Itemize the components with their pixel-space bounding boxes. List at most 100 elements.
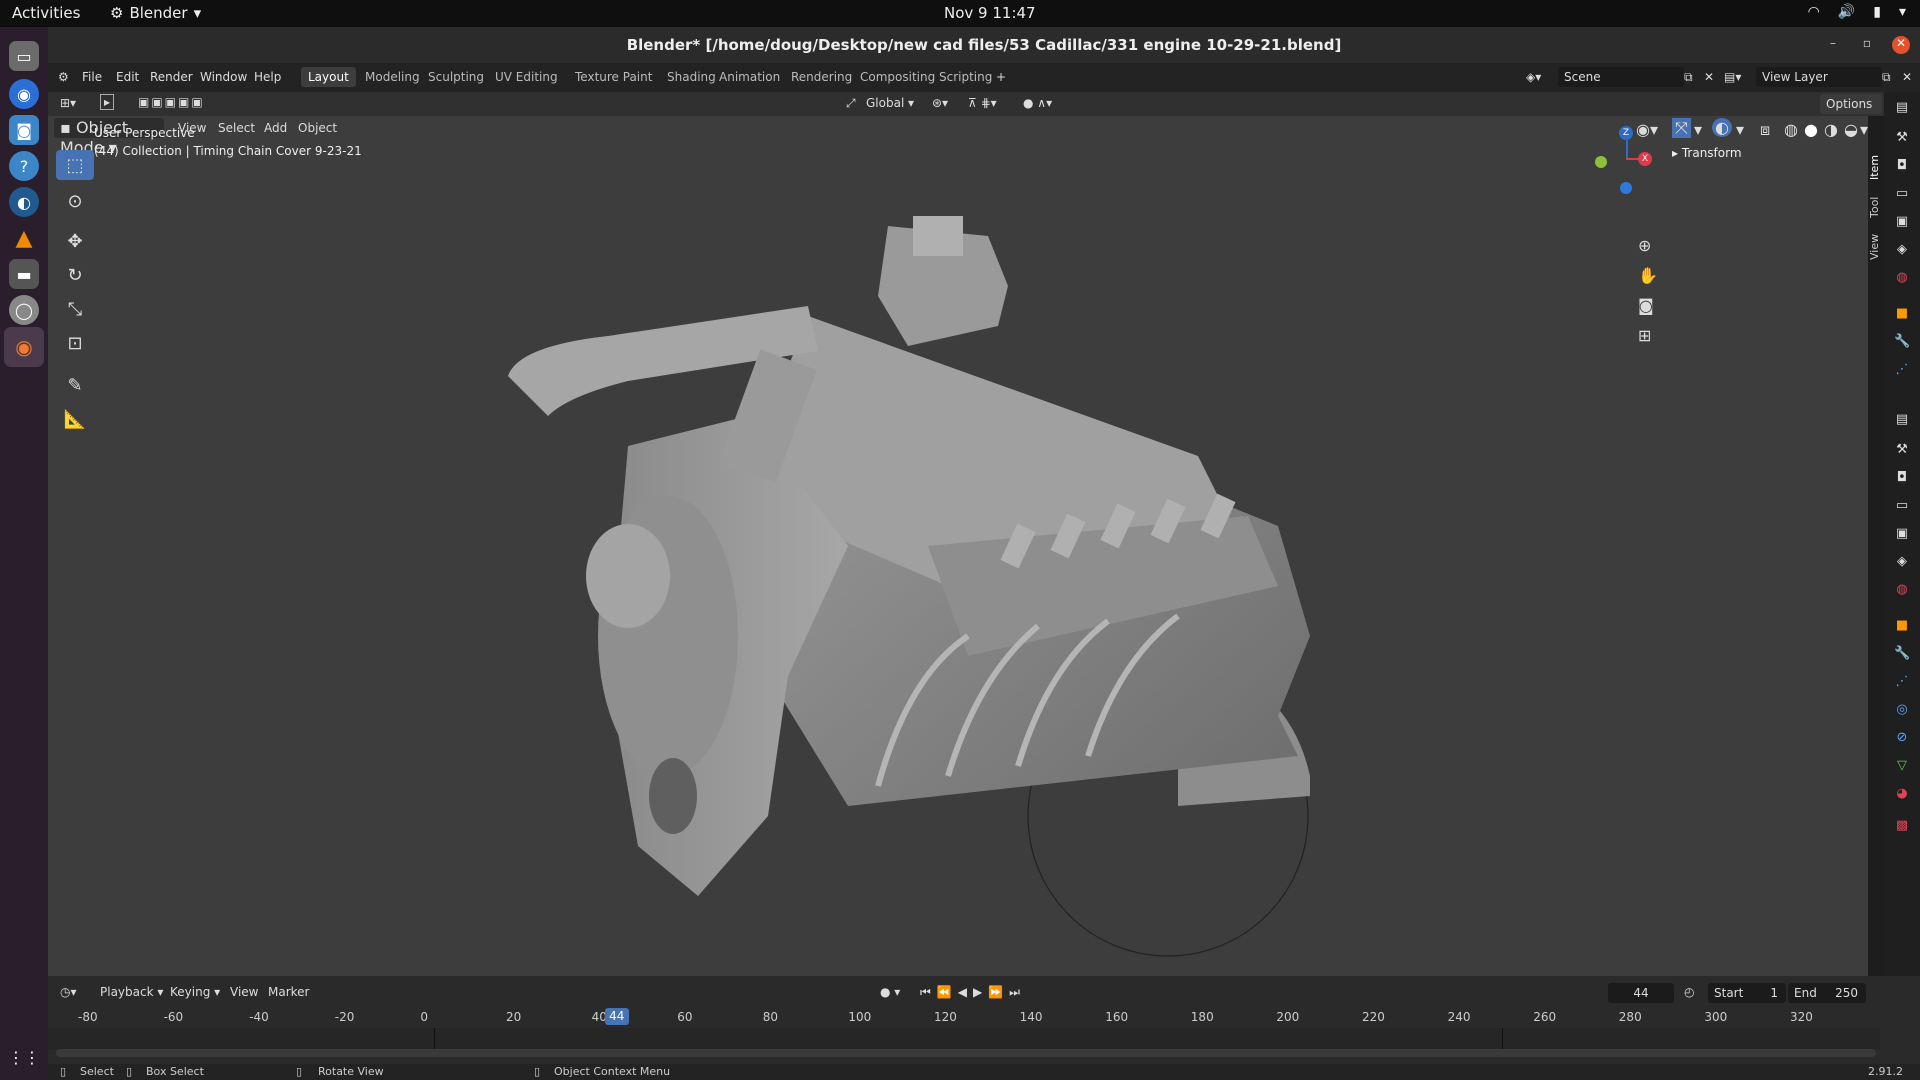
object-properties-icon[interactable]: ■ [1894,306,1910,322]
tab-sculpting[interactable]: Sculpting [421,67,491,87]
menu-render[interactable]: Render [150,70,193,84]
gizmo-y-axis[interactable] [1595,156,1607,168]
tab-layout[interactable]: Layout [301,67,356,87]
disk-icon[interactable]: ▬ [9,259,39,289]
modifier-properties-icon[interactable]: 🔧 [1894,334,1910,350]
close-button[interactable]: ✕ [1892,36,1910,54]
material-icon[interactable]: ◕ [1894,786,1910,802]
menu-help[interactable]: Help [254,70,281,84]
current-frame-indicator[interactable]: 44 [604,1008,629,1025]
scale-tool-icon[interactable]: ⤡ [56,294,94,324]
texture-icon[interactable]: ▩ [1894,818,1910,834]
object-data-icon[interactable]: ▽ [1894,758,1910,774]
maximize-button[interactable]: ▫ [1858,36,1876,54]
blender-logo-icon[interactable]: ⚙ [58,70,69,84]
gizmo-x-axis[interactable]: X [1638,152,1652,166]
current-frame-field[interactable]: 44 [1608,983,1674,1003]
app-menu[interactable]: ⚙ Blender ▾ [110,4,201,22]
blender-icon[interactable]: ◉ [4,327,44,367]
tool-properties-icon[interactable]: ⚒ [1894,442,1910,458]
minimize-button[interactable]: – [1824,36,1842,54]
screenshot-icon[interactable]: ◙ [9,115,39,145]
menu-playback[interactable]: Playback ▾ [100,985,163,999]
remove-view-layer-icon[interactable]: ✕ [1902,70,1912,84]
start-frame-field[interactable]: Start 1 [1708,983,1786,1003]
constraints-icon[interactable]: ⊘ [1894,730,1910,746]
timeline-editor-icon[interactable]: ◷▾ [60,985,77,999]
engine-model[interactable] [48,116,1868,976]
view-layer-icon[interactable]: ▤▾ [1724,70,1741,84]
transform-tool-icon[interactable]: ⊡ [56,328,94,358]
gizmo-neg-z-axis[interactable] [1620,182,1632,194]
playback-controls[interactable]: ⏮⏪◀▶⏩⏭ [920,985,1026,1000]
editor-type-icon[interactable]: ⊞▾ [60,96,76,110]
files-icon[interactable]: ▭ [9,41,39,71]
tab-texture-paint[interactable]: Texture Paint [568,67,659,87]
activities-button[interactable]: Activities [12,4,80,22]
select-tool-icon[interactable]: ▸ [100,94,115,110]
menu-keying[interactable]: Keying ▾ [170,985,220,999]
copy-scene-icon[interactable]: ⧉ [1684,70,1693,85]
app-grid-icon[interactable]: ⋮⋮ [8,1042,40,1072]
modifier-properties-icon[interactable]: 🔧 [1894,646,1910,662]
menu-edit[interactable]: Edit [116,70,139,84]
tab-rendering[interactable]: Rendering [784,67,859,87]
menu-timeline-view[interactable]: View [230,985,258,999]
snap-icon[interactable]: ⊼ ⋕▾ [968,96,997,110]
tab-modeling[interactable]: Modeling [358,67,427,87]
tab-tool[interactable]: Tool [1868,192,1884,222]
scene-properties-icon[interactable]: ◈ [1894,554,1910,570]
cursor-tool-icon[interactable]: ⊙ [56,186,94,216]
pivot-icon[interactable]: ⊛▾ [932,96,948,110]
tab-animation[interactable]: Animation [712,67,787,87]
software-icon[interactable]: ◯ [9,295,39,325]
properties-editor-icon[interactable]: ▤ [1894,412,1910,428]
chromium-icon[interactable]: ◉ [9,79,39,109]
copy-view-layer-icon[interactable]: ⧉ [1882,70,1891,85]
scene-field[interactable]: Scene [1558,67,1684,87]
vlc-icon[interactable]: ▲ [9,223,39,253]
help-icon[interactable]: ? [9,151,39,181]
particles-icon[interactable]: ⋰ [1894,674,1910,690]
zoom-icon[interactable]: ⊕ [1638,236,1651,255]
world-properties-icon[interactable]: ◍ [1894,582,1910,598]
camera-icon[interactable]: ◙ [1638,296,1654,315]
3d-viewport[interactable]: ▪ Object Mode ▾ View Select Add Object ◉… [48,116,1868,976]
render-properties-icon[interactable]: ◘ [1894,158,1910,174]
steam-icon[interactable]: ◐ [9,187,39,217]
render-properties-icon[interactable]: ◘ [1894,470,1910,486]
end-frame-field[interactable]: End 250 [1788,983,1866,1003]
transform-panel-header[interactable]: ▸ Transform [1672,146,1742,160]
system-tray[interactable]: ◠ 🔊 ▮ ▾ [1808,4,1906,20]
timeline-body[interactable] [48,1028,1880,1050]
tab-uv-editing[interactable]: UV Editing [488,67,565,87]
tab-view[interactable]: View [1868,232,1884,262]
world-properties-icon[interactable]: ◍ [1894,270,1910,286]
particles-icon[interactable]: ⋰ [1894,362,1910,378]
pan-icon[interactable]: ✋ [1638,266,1658,285]
output-properties-icon[interactable]: ▭ [1894,498,1910,514]
move-tool-icon[interactable]: ✥ [56,226,94,256]
remove-scene-icon[interactable]: ✕ [1704,70,1714,84]
orientation-dropdown[interactable]: Global [866,96,904,110]
proportional-edit-icon[interactable]: ● ∧▾ [1023,96,1052,110]
rotate-tool-icon[interactable]: ↻ [56,260,94,290]
ortho-grid-icon[interactable]: ⊞ [1638,326,1651,345]
gizmo-z-axis[interactable]: Z [1619,126,1633,140]
tab-compositing[interactable]: Compositing [853,67,942,87]
tab-item[interactable]: Item [1868,152,1884,182]
menu-window[interactable]: Window [200,70,247,84]
annotate-tool-icon[interactable]: ✎ [56,370,94,400]
timeline-ruler[interactable]: -80 -60 -40 -20 0 20 40 60 80 100 120 140 160 180 200 2… [48,1006,1880,1050]
select-mode-icons[interactable]: ▣▣▣▣▣ [138,95,205,109]
output-properties-icon[interactable]: ▭ [1894,186,1910,202]
navigation-gizmo[interactable]: Z X [1588,126,1668,206]
select-box-tool-icon[interactable]: ⬚ [56,150,94,180]
measure-tool-icon[interactable]: 📐 [56,404,94,434]
timeline-scrollbar[interactable] [56,1049,1876,1057]
options-dropdown[interactable]: Options [1820,94,1882,114]
clock[interactable]: Nov 9 11:47 [944,4,1036,22]
view-layer-field[interactable]: View Layer [1756,67,1882,87]
menu-file[interactable]: File [82,70,102,84]
object-properties-icon[interactable]: ■ [1894,618,1910,634]
